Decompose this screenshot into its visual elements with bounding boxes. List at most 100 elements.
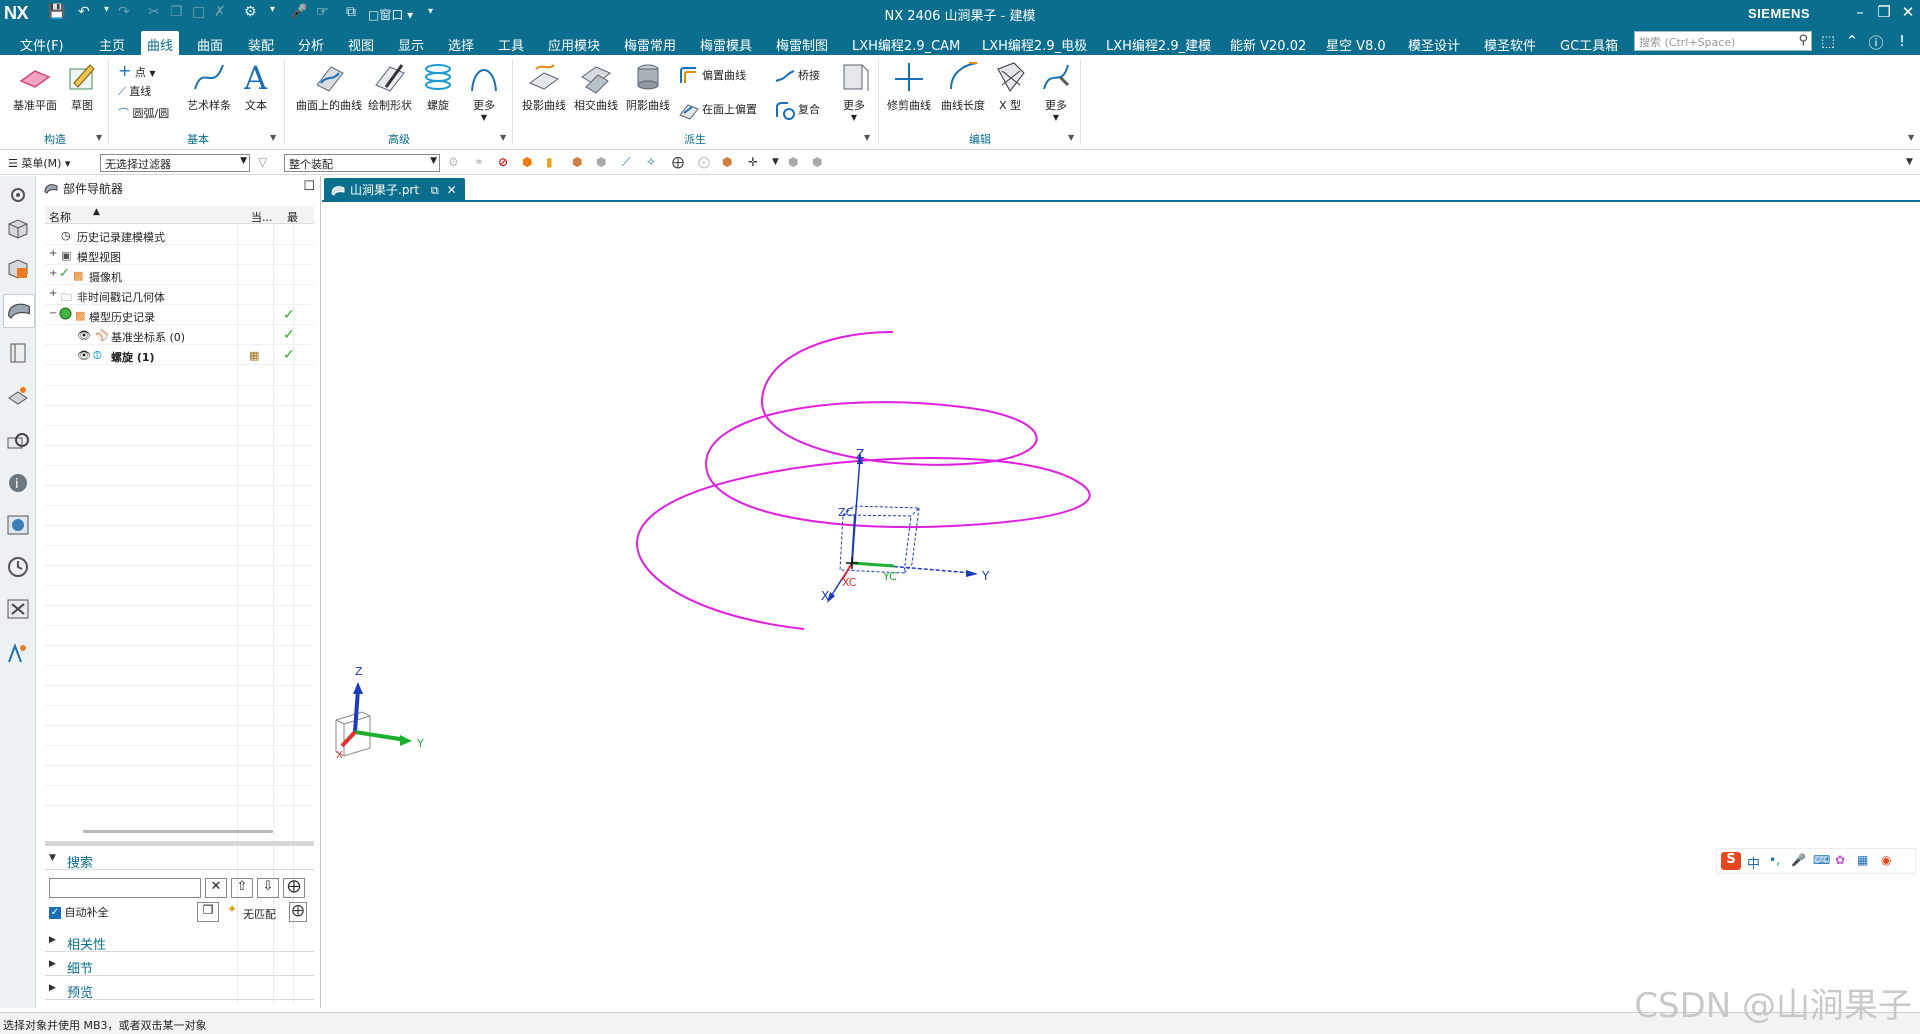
snap-body-icon[interactable]: ⬢	[722, 155, 739, 171]
toolbar-options-dropdown-icon[interactable]: ▼	[1906, 157, 1920, 173]
ime-toolbox-icon[interactable]: ▦	[1857, 853, 1868, 867]
tab-curve[interactable]: 曲线	[141, 31, 180, 55]
snap-point-icon[interactable]: ⨁	[672, 155, 689, 171]
selection-scope-select[interactable]: 整个装配 ▼	[284, 154, 440, 172]
tab-nengxin[interactable]: 能新 V20.02	[1224, 31, 1312, 55]
view-triad[interactable]: Z Y X	[335, 665, 424, 761]
ime-punctuation-icon[interactable]: •,	[1769, 853, 1780, 867]
ribbon-options-dropdown-icon[interactable]: ▼	[1908, 133, 1914, 142]
studio-spline-button[interactable]: 艺术样条	[184, 59, 234, 113]
close-document-icon[interactable]: ✕	[447, 183, 457, 197]
navigator-search-input[interactable]	[49, 878, 201, 898]
command-search-input[interactable]: 搜索 (Ctrl+Space) ⚲	[1634, 31, 1812, 51]
intersection-curve-button[interactable]: 相交曲线	[570, 59, 622, 113]
deselect-all-icon[interactable]: ⊘	[498, 155, 515, 171]
highlight-matches-icon[interactable]: ✦	[223, 902, 241, 922]
visibility-eye-icon[interactable]: 👁	[77, 349, 91, 362]
group-advanced-dropdown-icon[interactable]: ▼	[500, 133, 506, 142]
hd3d-tools-icon[interactable]	[5, 384, 31, 410]
column-current[interactable]: 当...	[251, 209, 273, 225]
search-scope-button[interactable]: ⨁	[289, 902, 307, 922]
assembly-navigator-icon[interactable]	[5, 216, 31, 242]
ime-keyboard-icon[interactable]: ⌨	[1813, 853, 1830, 867]
expand-icon[interactable]: +	[49, 268, 57, 279]
tab-xingkong[interactable]: 星空 V8.0	[1320, 31, 1392, 55]
tab-analysis[interactable]: 分析	[292, 31, 330, 55]
select-solid-icon[interactable]: ⬢	[522, 155, 539, 171]
graphics-canvas[interactable]: Z Y X ZC YC XC Z Y X	[322, 202, 1920, 1008]
tree-row-helix[interactable]: 👁 ⦷ 螺旋 (1) ▦ ✓	[45, 345, 314, 365]
search-icon[interactable]: ⚲	[1798, 33, 1808, 48]
select-feature-icon[interactable]: ⚙	[448, 155, 465, 171]
select-assembly-icon[interactable]: ⬢	[788, 155, 805, 171]
ime-menu-icon[interactable]: ◉	[1881, 853, 1891, 867]
graphics-window[interactable]: Z Y X ZC YC XC Z Y X	[322, 202, 1920, 1008]
visibility-eye-icon[interactable]: 👁	[77, 329, 91, 342]
tab-meilei-drafting[interactable]: 梅雷制图	[770, 31, 834, 55]
project-curve-button[interactable]: 投影曲线	[518, 59, 570, 113]
point-button[interactable]: + 点 ▼	[118, 61, 156, 80]
panel-splitter[interactable]	[45, 841, 314, 846]
point-dropdown-icon[interactable]: ▼	[149, 69, 155, 78]
tab-applications[interactable]: 应用模块	[542, 31, 606, 55]
search-panel-header[interactable]: ▼ 搜索	[45, 850, 314, 871]
dependencies-panel-header[interactable]: ▶ 相关性	[45, 932, 314, 953]
group-derived-dropdown-icon[interactable]: ▼	[864, 133, 870, 142]
tree-row-model-history[interactable]: − ▩ 模型历史记录 ✓	[45, 305, 314, 325]
history-palette-icon[interactable]: i	[5, 470, 31, 496]
select-curve-icon[interactable]: ⟋	[622, 155, 639, 171]
tab-mosheng-design[interactable]: 模圣设计	[1402, 31, 1466, 55]
sketch-button[interactable]: 草图	[62, 59, 102, 113]
tab-select[interactable]: 选择	[442, 31, 480, 55]
derived-more-button[interactable]: 更多 ▼	[836, 59, 872, 122]
select-face-icon[interactable]: ▮	[546, 155, 563, 171]
restore-icon[interactable]: ❐	[1872, 3, 1896, 21]
menu-button[interactable]: ☰ 菜单(M) ▾	[8, 155, 70, 171]
part-navigator-tab[interactable]	[3, 294, 35, 328]
tab-gc-toolbox[interactable]: GC工具箱	[1554, 31, 1624, 55]
tab-mosheng-software[interactable]: 模圣软件	[1478, 31, 1542, 55]
tree-row-model-views[interactable]: + ▣ 模型视图	[45, 245, 314, 265]
tab-display[interactable]: 显示	[392, 31, 430, 55]
offset-in-face-button[interactable]: 在面上偏置	[678, 99, 757, 121]
minimize-icon[interactable]: –	[1848, 3, 1872, 21]
edit-more-button[interactable]: 更多 ▼	[1036, 59, 1076, 122]
snap-options-dropdown-icon[interactable]: ▼	[772, 157, 789, 173]
tree-row-unused-geometry[interactable]: + 🗀 非时间戳记几何体	[45, 285, 314, 305]
select-component-icon[interactable]: ⬢	[812, 155, 829, 171]
search-options-button[interactable]: ⨁	[283, 878, 305, 898]
offset-curve-button[interactable]: 偏置曲线	[678, 65, 746, 87]
filter-reset-icon[interactable]: ▽	[258, 155, 275, 171]
alert-icon[interactable]: !	[1892, 32, 1912, 50]
ime-toolbar[interactable]: S 中 •, 🎤 ⌨ ✿ ▦ ◉	[1716, 848, 1916, 874]
silhouette-curve-button[interactable]: 阴影曲线	[622, 59, 674, 113]
collapse-ribbon-icon[interactable]: ⌃	[1842, 32, 1862, 50]
ime-skin-icon[interactable]: ✿	[1835, 853, 1845, 867]
select-matching-button[interactable]: ❐	[197, 902, 219, 922]
column-name[interactable]: 名称	[49, 209, 71, 225]
close-icon[interactable]: ✕	[1896, 3, 1920, 21]
tree-row-cameras[interactable]: + ✓ ▩ 摄像机	[45, 265, 314, 285]
text-button[interactable]: A 文本	[238, 59, 274, 113]
undock-icon[interactable]: ⧉	[431, 184, 439, 197]
ime-language-toggle[interactable]: 中	[1747, 853, 1760, 872]
tab-lxh-electrode[interactable]: LXH编程2.9_电极	[976, 31, 1093, 55]
preview-panel-header[interactable]: ▶ 预览	[45, 980, 314, 1001]
helix-button[interactable]: 螺旋	[418, 59, 458, 113]
type-filter-select[interactable]: 无选择过滤器 ▼	[100, 154, 250, 172]
group-construct-dropdown-icon[interactable]: ▼	[96, 133, 102, 142]
column-latest[interactable]: 最	[287, 209, 298, 225]
group-edit-dropdown-icon[interactable]: ▼	[1068, 133, 1074, 142]
tab-meilei-common[interactable]: 梅雷常用	[618, 31, 682, 55]
expand-icon[interactable]: +	[49, 248, 57, 259]
tree-row-history-mode[interactable]: ◷ 历史记录建模模式	[45, 225, 314, 245]
helix-curve[interactable]	[636, 331, 1091, 630]
role-icon[interactable]	[5, 640, 31, 666]
collapse-icon[interactable]: −	[49, 308, 57, 319]
select-body-icon[interactable]: ⬢	[572, 155, 589, 171]
tab-surface[interactable]: 曲面	[191, 31, 229, 55]
web-browser-icon[interactable]	[5, 428, 31, 454]
snap-endpoint-icon[interactable]: ⨀	[698, 155, 715, 171]
bridge-curve-button[interactable]: 桥接	[774, 65, 820, 87]
tab-tools[interactable]: 工具	[492, 31, 530, 55]
